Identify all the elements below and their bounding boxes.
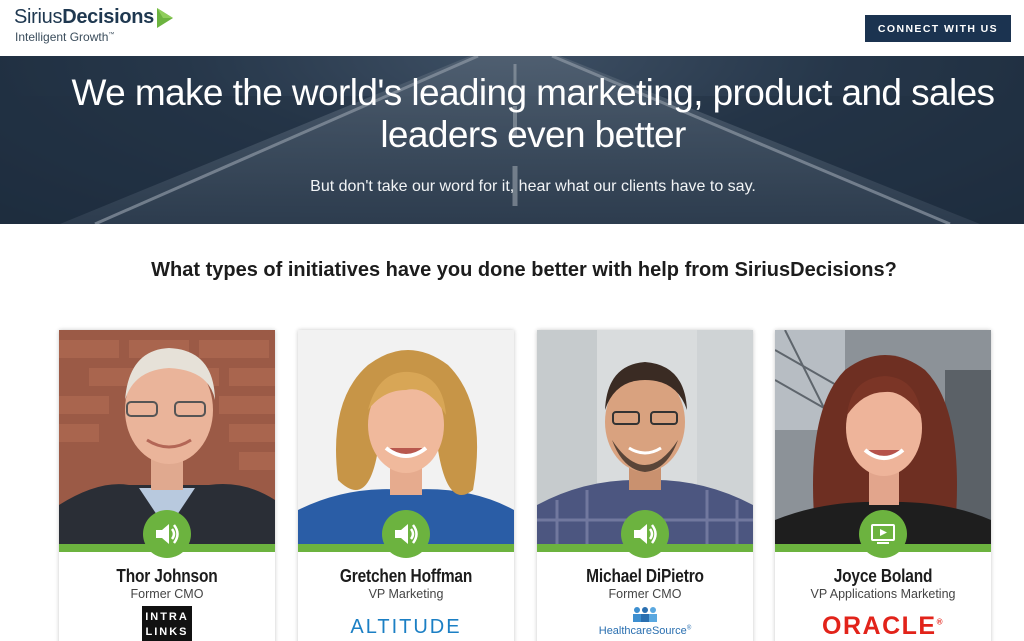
logo-arrow-icon: [157, 7, 174, 28]
client-role: Former CMO: [608, 587, 682, 601]
client-name: Joyce Boland: [833, 566, 933, 586]
logo-tagline: Intelligent Growth™: [15, 30, 115, 44]
site-header: SiriusDecisions Intelligent Growth™ CONN…: [0, 0, 1024, 56]
hero-banner: We make the world's leading marketing, p…: [0, 56, 1024, 224]
testimonial-card[interactable]: Gretchen Hoffman VP Marketing ALTITUDE: [298, 330, 514, 641]
people-icon: [632, 607, 657, 622]
company-logo: ORACLE®: [822, 612, 944, 640]
company-logo: ALTITUDE: [350, 616, 462, 638]
client-name: Thor Johnson: [116, 566, 218, 586]
client-name: Michael DiPietro: [586, 566, 704, 586]
client-role: VP Marketing: [368, 587, 444, 601]
client-name: Gretchen Hoffman: [339, 566, 473, 586]
hero-subtitle: But don't take our word for it, hear wha…: [310, 178, 756, 195]
connect-with-us-button[interactable]: CONNECT WITH US: [865, 15, 1011, 42]
testimonial-card[interactable]: Thor Johnson Former CMO INTRA LINKS: [59, 330, 275, 641]
company-logo: INTRA LINKS: [59, 606, 275, 641]
siriusdecisions-logo[interactable]: SiriusDecisions Intelligent Growth™: [14, 6, 174, 44]
testimonial-card[interactable]: Michael DiPietro Former CMO HealthcareSo…: [537, 330, 753, 641]
company-logo: HealthcareSource®: [537, 606, 753, 641]
video-play-icon[interactable]: [859, 510, 907, 558]
section-heading: What types of initiatives have you done …: [151, 259, 897, 281]
logo-wordmark: SiriusDecisions: [14, 6, 155, 28]
client-role: VP Applications Marketing: [810, 587, 956, 601]
hero-headline: We make the world's leading marketing, p…: [71, 72, 996, 155]
speaker-icon[interactable]: [382, 510, 430, 558]
speaker-icon[interactable]: [621, 510, 669, 558]
testimonial-card[interactable]: Joyce Boland VP Applications Marketing O…: [775, 330, 991, 641]
client-role: Former CMO: [130, 587, 204, 601]
speaker-icon[interactable]: [143, 510, 191, 558]
